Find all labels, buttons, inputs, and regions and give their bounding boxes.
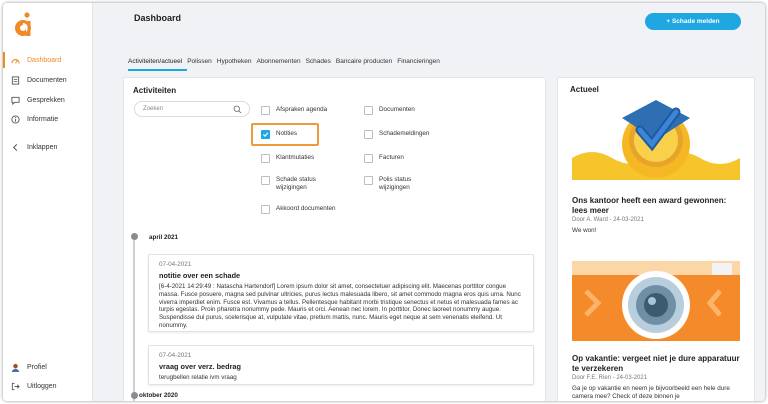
timeline-dot bbox=[131, 392, 138, 399]
logout-icon bbox=[11, 382, 20, 391]
tab-financieringen[interactable]: Financieringen bbox=[397, 58, 445, 71]
filter-akkoord-documenten[interactable]: Akkoord documenten bbox=[261, 205, 336, 214]
search-input[interactable]: Zoeken bbox=[134, 101, 250, 117]
sidebar-item-dashboard[interactable]: Dashboard bbox=[3, 51, 93, 69]
main-content: Dashboard + Schade melden Activiteiten/a… bbox=[93, 3, 765, 401]
news-text: We won! bbox=[572, 227, 597, 234]
activiteiten-title: Activiteiten bbox=[133, 86, 177, 95]
filter-documenten[interactable]: Documenten bbox=[364, 106, 415, 115]
dashboard-icon bbox=[11, 56, 20, 65]
sidebar-item-inklappen[interactable]: Inklappen bbox=[3, 138, 93, 156]
entry-title: notitie over een schade bbox=[159, 271, 241, 280]
actueel-title: Actueel bbox=[570, 85, 599, 94]
document-icon bbox=[11, 75, 20, 85]
sidebar-item-uitloggen[interactable]: Uitloggen bbox=[3, 377, 93, 395]
app-window: Dashboard Documenten Gesprekken Informat… bbox=[3, 3, 765, 401]
chevron-left-icon bbox=[11, 143, 20, 152]
filter-afspraken-agenda[interactable]: Afspraken agenda bbox=[261, 106, 327, 115]
news-meta: Door A. Ward - 24-03-2021 bbox=[572, 217, 644, 223]
page-title: Dashboard bbox=[134, 13, 182, 23]
checkbox[interactable] bbox=[364, 130, 373, 139]
sidebar-item-documenten[interactable]: Documenten bbox=[3, 71, 93, 89]
search-icon bbox=[233, 105, 242, 114]
checkbox[interactable] bbox=[261, 176, 270, 185]
tab-abonnementen[interactable]: Abonnementen bbox=[256, 58, 305, 71]
checkbox[interactable] bbox=[364, 176, 373, 185]
info-icon bbox=[11, 114, 20, 124]
filter-schademeldingen[interactable]: Schademeldingen bbox=[364, 130, 429, 139]
checkbox[interactable] bbox=[364, 106, 373, 115]
tab-hypotheken[interactable]: Hypotheken bbox=[217, 58, 257, 71]
timeline-line bbox=[133, 236, 135, 401]
selection-highlight bbox=[251, 123, 319, 146]
sidebar-item-label: Documenten bbox=[27, 76, 67, 84]
camera-image[interactable] bbox=[572, 261, 740, 341]
sidebar-item-label: Informatie bbox=[27, 115, 59, 123]
sidebar-item-profiel[interactable]: Profiel bbox=[3, 358, 93, 376]
sidebar-item-label: Inklappen bbox=[27, 143, 58, 151]
tab-bar: Activiteiten/actueel Polissen Hypotheken… bbox=[128, 58, 445, 71]
filter-polis-status-wijzigingen[interactable]: Polis status wijzigingen bbox=[364, 176, 424, 192]
checkbox[interactable] bbox=[364, 154, 373, 163]
chat-icon bbox=[11, 96, 20, 105]
award-image[interactable] bbox=[572, 100, 740, 180]
entry-date: 07-04-2021 bbox=[159, 261, 192, 268]
checkbox[interactable] bbox=[261, 106, 270, 115]
sidebar-item-informatie[interactable]: Informatie bbox=[3, 110, 93, 128]
logo-icon[interactable] bbox=[12, 12, 34, 40]
filter-schade-status-wijzigingen[interactable]: Schade status wijzigingen bbox=[261, 176, 331, 192]
checkbox[interactable] bbox=[261, 154, 270, 163]
timeline-dot bbox=[131, 233, 138, 240]
tab-bancaire-producten[interactable]: Bancaire producten bbox=[336, 58, 397, 71]
entry-title: vraag over verz. bedrag bbox=[159, 362, 241, 371]
sidebar: Dashboard Documenten Gesprekken Informat… bbox=[3, 3, 93, 401]
news-title[interactable]: Ons kantoor heeft een award gewonnen: le… bbox=[572, 196, 742, 215]
sidebar-item-label: Gesprekken bbox=[27, 96, 65, 104]
tab-polissen[interactable]: Polissen bbox=[187, 58, 217, 71]
sidebar-item-label: Dashboard bbox=[27, 56, 62, 64]
news-title[interactable]: Op vakantie: vergeet niet je dure appara… bbox=[572, 354, 742, 373]
entry-body: terugbellen relatie ivm vraag bbox=[159, 374, 237, 381]
tab-schades[interactable]: Schades bbox=[306, 58, 336, 71]
filter-klantmutaties[interactable]: Klantmutaties bbox=[261, 154, 314, 163]
entry-body: [6-4-2021 14:29:49 : Natascha Hartendorf… bbox=[159, 283, 521, 329]
timeline-month: april 2021 bbox=[149, 234, 179, 241]
avatar-icon bbox=[11, 363, 20, 372]
timeline-month: oktober 2020 bbox=[139, 392, 178, 399]
sidebar-item-label: Uitloggen bbox=[27, 382, 57, 390]
activiteiten-card: Activiteiten Zoeken Afspraken agenda Not… bbox=[123, 77, 546, 401]
tab-activiteiten[interactable]: Activiteiten/actueel bbox=[128, 58, 188, 71]
schade-melden-button[interactable]: + Schade melden bbox=[645, 13, 741, 30]
news-text: Ga je op vakantie en neem je bijvoorbeel… bbox=[572, 385, 730, 400]
entry-date: 07-04-2021 bbox=[159, 352, 192, 359]
search-placeholder: Zoeken bbox=[143, 106, 164, 112]
checkbox[interactable] bbox=[261, 205, 270, 214]
sidebar-item-gesprekken[interactable]: Gesprekken bbox=[3, 91, 93, 109]
news-meta: Door F.E. Rien - 24-03-2021 bbox=[572, 375, 648, 381]
filter-facturen[interactable]: Facturen bbox=[364, 154, 404, 163]
timeline-entry[interactable]: 07-04-2021 notitie over een schade [6-4-… bbox=[148, 254, 534, 332]
actueel-card: Actueel Ons kantoor heeft een award gewo… bbox=[557, 77, 755, 401]
sidebar-item-label: Profiel bbox=[27, 363, 47, 371]
timeline-entry[interactable]: 07-04-2021 vraag over verz. bedrag terug… bbox=[148, 345, 534, 385]
